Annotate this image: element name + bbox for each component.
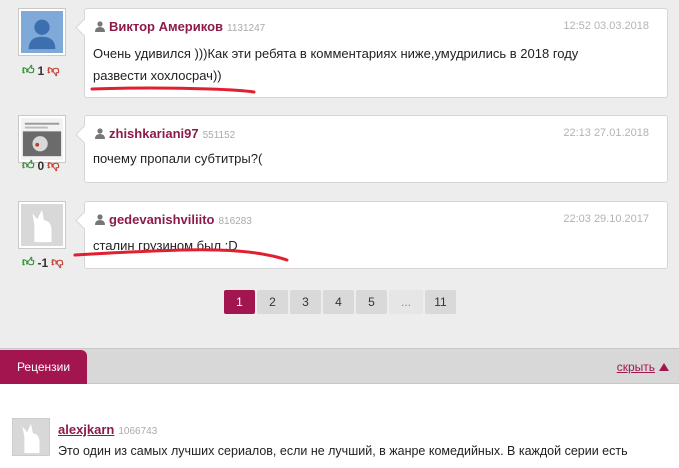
thumbs-up-icon[interactable]: 👍︎ (22, 63, 35, 78)
reviews-section-bar (0, 348, 679, 384)
default-user-avatar-icon (21, 11, 63, 53)
triangle-up-icon (659, 363, 669, 371)
comment-author[interactable]: Виктор Америков (109, 19, 223, 34)
tab-reviews[interactable]: Рецензии (0, 350, 87, 384)
thumbs-down-icon[interactable]: 👎︎ (51, 255, 63, 270)
comment-text-line: почему пропали субтитры?( (93, 151, 263, 166)
comment-header: zhishkariani97 551152 (95, 126, 235, 141)
comment-date: 22:03 29.10.2017 (563, 213, 649, 225)
vote-count: 0 (37, 158, 45, 173)
vote-box: 👍︎ 0 👎︎ (22, 158, 59, 173)
avatar[interactable] (18, 115, 66, 163)
comment-author[interactable]: zhishkariani97 (109, 126, 199, 141)
thumbs-down-icon[interactable]: 👎︎ (47, 63, 59, 78)
comment-header: gedevanishviliito 816283 (95, 212, 252, 227)
hide-reviews-label: скрыть (616, 360, 655, 374)
avatar[interactable] (12, 418, 50, 456)
hide-reviews-button[interactable]: скрыть (617, 360, 669, 374)
comment-text-line: Очень удивился )))Как эти ребята в комме… (93, 46, 579, 61)
comment-date: 12:52 03.03.2018 (563, 20, 649, 32)
vote-count: -1 (37, 255, 49, 270)
red-marker-underline (90, 86, 256, 94)
review-header: alexjkarn 1066743 (58, 422, 157, 437)
vote-box: 👍︎ 1 👎︎ (22, 63, 59, 78)
page-link-1[interactable]: 1 (224, 290, 255, 314)
default-animal-avatar-icon (21, 204, 63, 246)
user-icon (95, 21, 105, 32)
thumbs-up-icon[interactable]: 👍︎ (22, 158, 35, 173)
comment-date: 22:13 27.01.2018 (563, 127, 649, 139)
user-icon (95, 128, 105, 139)
comment-author-id: 816283 (218, 216, 252, 227)
comment-author-id: 551152 (202, 130, 236, 141)
page-link-4[interactable]: 4 (323, 290, 354, 314)
vote-box: 👍︎ -1 👎︎ (22, 255, 63, 270)
page-link-2[interactable]: 2 (257, 290, 288, 314)
user-icon (95, 214, 105, 225)
avatar[interactable] (18, 8, 66, 56)
page-ellipsis: ... (389, 290, 423, 314)
comment-author-id: 1131247 (227, 23, 266, 34)
thumbs-down-icon[interactable]: 👎︎ (47, 158, 59, 173)
avatar[interactable] (18, 201, 66, 249)
red-marker-underline (73, 248, 289, 262)
review-author-id: 1066743 (118, 426, 158, 437)
thumbs-up-icon[interactable]: 👍︎ (22, 255, 35, 270)
user-photo-avatar-icon (21, 118, 63, 160)
comment-header: Виктор Америков 1131247 (95, 19, 265, 34)
review-text: Это один из самых лучших сериалов, если … (58, 444, 628, 458)
default-animal-avatar-icon (13, 419, 49, 455)
page-link-3[interactable]: 3 (290, 290, 321, 314)
comment-bubble: zhishkariani97 551152 22:13 27.01.2018 п… (84, 115, 668, 183)
page-link-5[interactable]: 5 (356, 290, 387, 314)
review-author[interactable]: alexjkarn (58, 422, 114, 437)
page-link-11[interactable]: 11 (425, 290, 456, 314)
vote-count: 1 (37, 63, 45, 78)
pagination: 1 2 3 4 5 ... 11 (224, 290, 456, 314)
comment-author[interactable]: gedevanishviliito (109, 212, 214, 227)
